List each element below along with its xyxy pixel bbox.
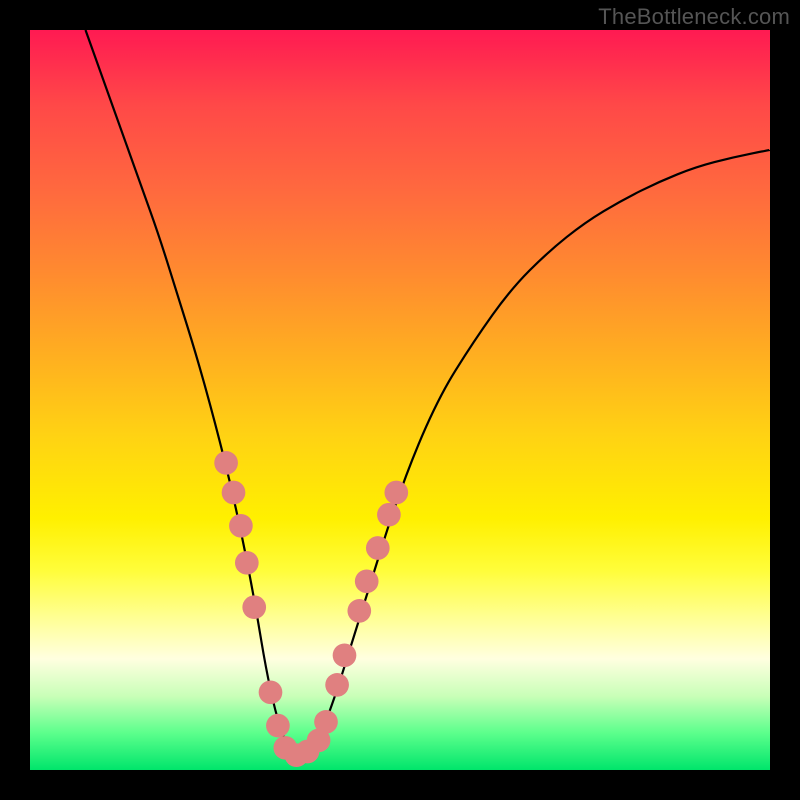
chart-marker-dot: [235, 551, 259, 575]
chart-marker-dot: [214, 451, 238, 475]
chart-marker-dot: [314, 710, 338, 734]
chart-marker-dot: [242, 595, 266, 619]
chart-markers: [214, 451, 408, 767]
chart-marker-dot: [384, 481, 408, 505]
chart-marker-dot: [266, 714, 290, 738]
chart-frame: TheBottleneck.com: [0, 0, 800, 800]
chart-plot-area: [30, 30, 770, 770]
chart-marker-dot: [229, 514, 253, 538]
chart-marker-dot: [355, 569, 379, 593]
chart-marker-dot: [222, 481, 246, 505]
chart-curve: [86, 30, 771, 755]
chart-overlay-svg: [30, 30, 770, 770]
chart-marker-dot: [333, 643, 357, 667]
chart-marker-dot: [259, 680, 283, 704]
chart-marker-dot: [347, 599, 371, 623]
chart-marker-dot: [366, 536, 390, 560]
chart-marker-dot: [325, 673, 349, 697]
chart-marker-dot: [377, 503, 401, 527]
watermark-text: TheBottleneck.com: [598, 4, 790, 30]
